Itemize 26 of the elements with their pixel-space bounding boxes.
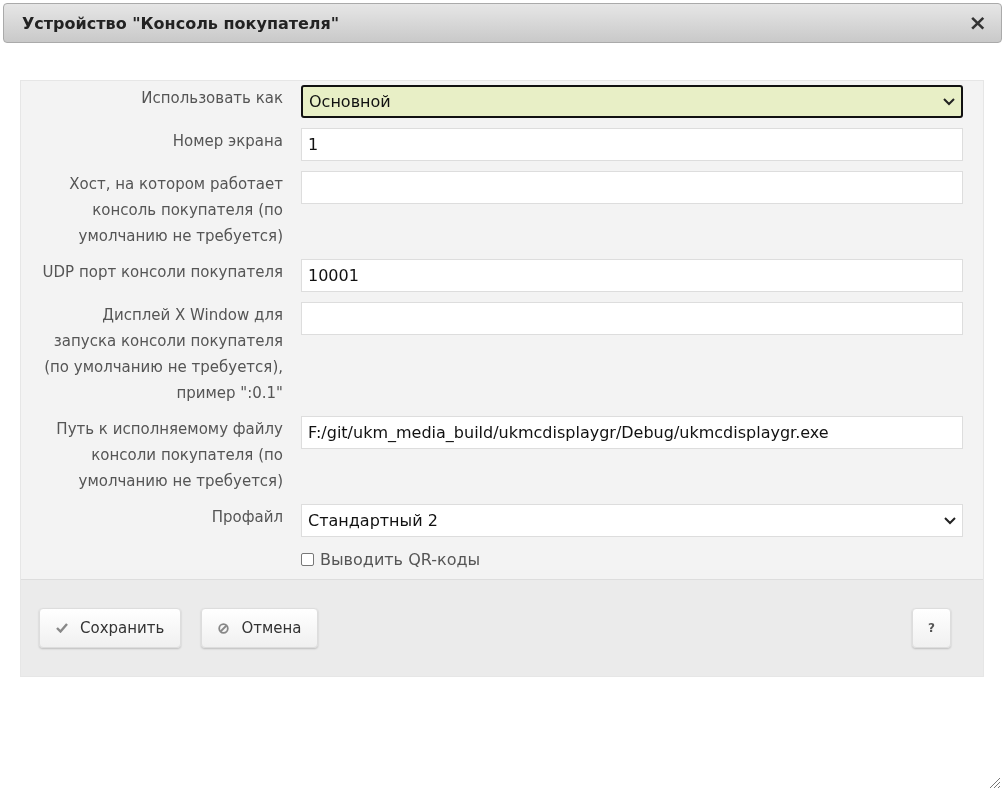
field-label: Использовать как xyxy=(141,89,283,107)
save-button[interactable]: Сохранить xyxy=(39,608,182,648)
chevron-down-icon xyxy=(943,97,955,106)
field-label: Профайл xyxy=(211,508,283,526)
checkbox[interactable] xyxy=(301,552,314,566)
input-field[interactable]: 1 xyxy=(301,128,963,161)
input-field[interactable]: F:/git/ukm_media_build/ukmcdisplaygr/Debug/ukmcdisplaygr.exe xyxy=(301,416,963,449)
cancel-button[interactable]: Отмена xyxy=(201,608,319,648)
resize-grip-icon[interactable] xyxy=(989,777,1001,789)
dropdown[interactable]: Основной xyxy=(301,85,963,118)
field-label: Дисплей X Window для запуска консоли покупателя (по умолчанию не требуется), пример ":0.1" xyxy=(44,306,283,402)
input-field[interactable]: 10001 xyxy=(301,259,963,292)
dialog-title: Устройство "Консоль покупателя" xyxy=(22,13,340,33)
field-label: Путь к исполняемому файлу консоли покупателя (по умолчанию не требуется) xyxy=(56,420,283,490)
field-label: Номер экрана xyxy=(172,132,283,150)
checkmark-icon xyxy=(56,623,68,633)
chevron-down-icon xyxy=(944,516,956,525)
field-label: UDP порт консоли покупателя xyxy=(42,263,283,281)
field-label: Хост, на котором работает консоль покупателя (по умолчанию не требуется) xyxy=(69,175,283,245)
help-button[interactable]: ? xyxy=(912,608,951,648)
dropdown[interactable]: Стандартный 2 xyxy=(301,504,963,537)
input-field[interactable] xyxy=(301,171,963,204)
input-field[interactable] xyxy=(301,302,963,335)
close-button[interactable]: × xyxy=(966,13,989,33)
checkbox-label: Выводить QR-коды xyxy=(320,549,481,569)
prohibited-icon xyxy=(218,622,230,634)
